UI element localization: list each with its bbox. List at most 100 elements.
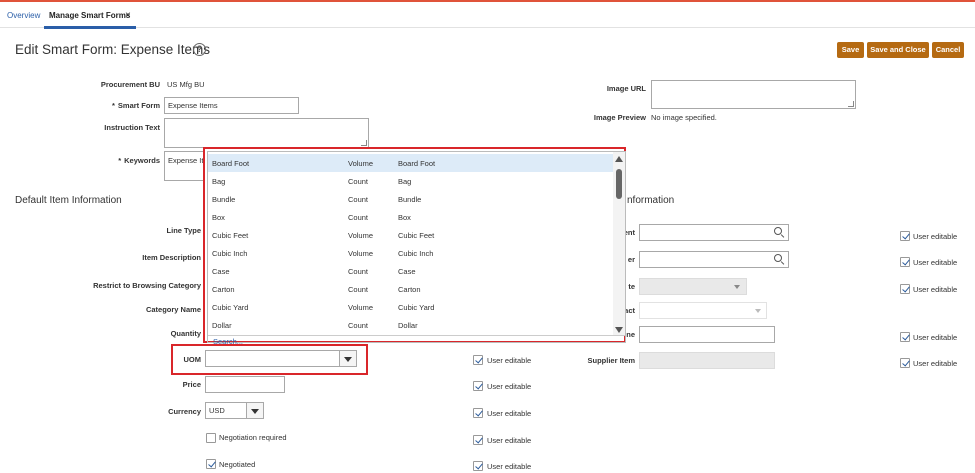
negotiated-checkbox[interactable] [206,459,216,469]
uom-option-description: Bag [398,177,412,186]
uom-list-scrollbar[interactable] [613,152,625,335]
instruction-text-area[interactable] [164,118,369,148]
uom-option[interactable]: Bundle Count Bundle [208,190,613,208]
instruction-text-label: Instruction Text [104,123,160,132]
uom-option-class: Volume [348,231,374,240]
item-description-label: Item Description [142,253,201,262]
save-button[interactable]: Save [837,42,864,58]
uom-dropdown-popup: Board Foot Volume Board Foot Bag Count B… [203,147,626,346]
uom-option[interactable]: Bag Count Bag [208,172,613,190]
currency-dropdown-button[interactable] [246,403,263,418]
uom-option[interactable]: Cubic Yard Volume Cubic Yard [208,298,613,316]
active-tab-indicator [44,26,136,29]
supplier-section-title: nformation [627,195,675,206]
negotiation-user-editable-checkbox[interactable] [473,435,483,445]
help-icon[interactable]: ? [193,43,206,56]
line-type-label: Line Type [166,226,201,235]
tab-overview[interactable]: Overview [7,11,40,20]
supplier-field-5-input[interactable] [639,326,775,343]
supplier-field-1-user-editable-checkbox[interactable] [900,231,910,241]
supplier-field-1-input[interactable] [639,224,789,241]
uom-option-description: Case [398,267,416,276]
chevron-down-icon [251,408,259,414]
smart-form-label: * Smart Form [111,101,160,110]
user-editable-label: User editable [487,382,532,391]
uom-option-name: Case [212,267,230,276]
keywords-area[interactable]: Expense It [164,151,206,181]
uom-option-name: Board Foot [212,159,250,168]
category-name-label: Category Name [145,305,201,314]
supplier-item-input [639,352,775,369]
supplier-field-2-user-editable-checkbox[interactable] [900,257,910,267]
resize-grip-icon[interactable] [848,101,854,107]
uom-user-editable-checkbox[interactable] [473,355,483,365]
resize-grip-icon[interactable] [361,140,367,146]
uom-option[interactable]: Carton Count Carton [208,280,613,298]
uom-option[interactable]: Case Count Case [208,262,613,280]
user-editable-label: User editable [913,359,958,368]
uom-option-description: Bundle [398,195,422,204]
image-preview-value: No image specified. [651,113,717,122]
negotiation-required-label: Negotiation required [219,433,287,442]
uom-option[interactable]: Cubic Inch Volume Cubic Inch [208,244,613,262]
negotiation-required-checkbox[interactable] [206,433,216,443]
uom-option-name: Bag [212,177,226,186]
uom-option-description: Cubic Inch [398,249,434,258]
uom-label: UOM [183,355,202,364]
uom-option-class: Volume [348,303,374,312]
chevron-down-icon [755,309,761,313]
currency-user-editable-checkbox[interactable] [473,408,483,418]
required-marker: * [111,101,115,110]
procurement-bu-value: US Mfg BU [167,80,205,89]
price-user-editable-checkbox[interactable] [473,381,483,391]
keywords-label: * Keywords [118,156,160,165]
uom-option-name: Cubic Inch [212,249,248,258]
uom-option-name: Box [212,213,225,222]
supplier-item-label: Supplier Item [587,356,635,365]
uom-dropdown-list: Board Foot Volume Board Foot Bag Count B… [207,151,626,346]
uom-option[interactable]: Dollar Count Dollar [208,316,613,334]
tab-manage-smart-forms[interactable]: Manage Smart Forms [49,11,130,20]
user-editable-label: User editable [487,436,532,445]
uom-search-link[interactable]: Search... [213,337,243,346]
supplier-field-2-input[interactable] [639,251,789,268]
uom-option-description: Box [398,213,411,222]
tab-close-icon[interactable]: × [125,10,131,21]
negotiated-user-editable-checkbox[interactable] [473,461,483,471]
save-and-close-button[interactable]: Save and Close [867,42,929,58]
restrict-category-label: Restrict to Browsing Category [93,281,201,290]
uom-option-class: Count [348,195,369,204]
scroll-thumb[interactable] [616,169,622,199]
scroll-up-icon[interactable] [615,156,623,162]
user-editable-label: User editable [913,258,958,267]
uom-option-description: Cubic Yard [398,303,435,312]
supplier-field-5-user-editable-checkbox[interactable] [900,332,910,342]
uom-select[interactable] [205,350,357,367]
uom-dropdown-button[interactable] [339,351,356,366]
user-editable-label: User editable [913,333,958,342]
image-url-area[interactable] [651,80,856,109]
uom-option-name: Cubic Feet [212,231,249,240]
uom-option-description: Cubic Feet [398,231,435,240]
search-icon[interactable] [774,227,782,235]
cancel-button[interactable]: Cancel [932,42,964,58]
currency-label: Currency [168,407,201,416]
uom-option-name: Cubic Yard [212,303,249,312]
chevron-down-icon [344,356,352,362]
procurement-bu-label: Procurement BU [100,80,160,89]
supplier-field-3-select [639,278,747,295]
uom-option-class: Count [348,285,369,294]
smart-form-input[interactable]: Expense Items [164,97,299,114]
supplier-field-3-user-editable-checkbox[interactable] [900,284,910,294]
uom-option-class: Count [348,321,369,330]
uom-option[interactable]: Box Count Box [208,208,613,226]
uom-option-class: Count [348,177,369,186]
price-input[interactable] [205,376,285,393]
uom-option-name: Bundle [212,195,236,204]
search-icon[interactable] [774,254,782,262]
uom-option[interactable]: Cubic Feet Volume Cubic Feet [208,226,613,244]
scroll-down-icon[interactable] [615,327,623,333]
uom-option-class: Count [348,213,369,222]
supplier-item-user-editable-checkbox[interactable] [900,358,910,368]
uom-option[interactable]: Board Foot Volume Board Foot [208,154,613,172]
